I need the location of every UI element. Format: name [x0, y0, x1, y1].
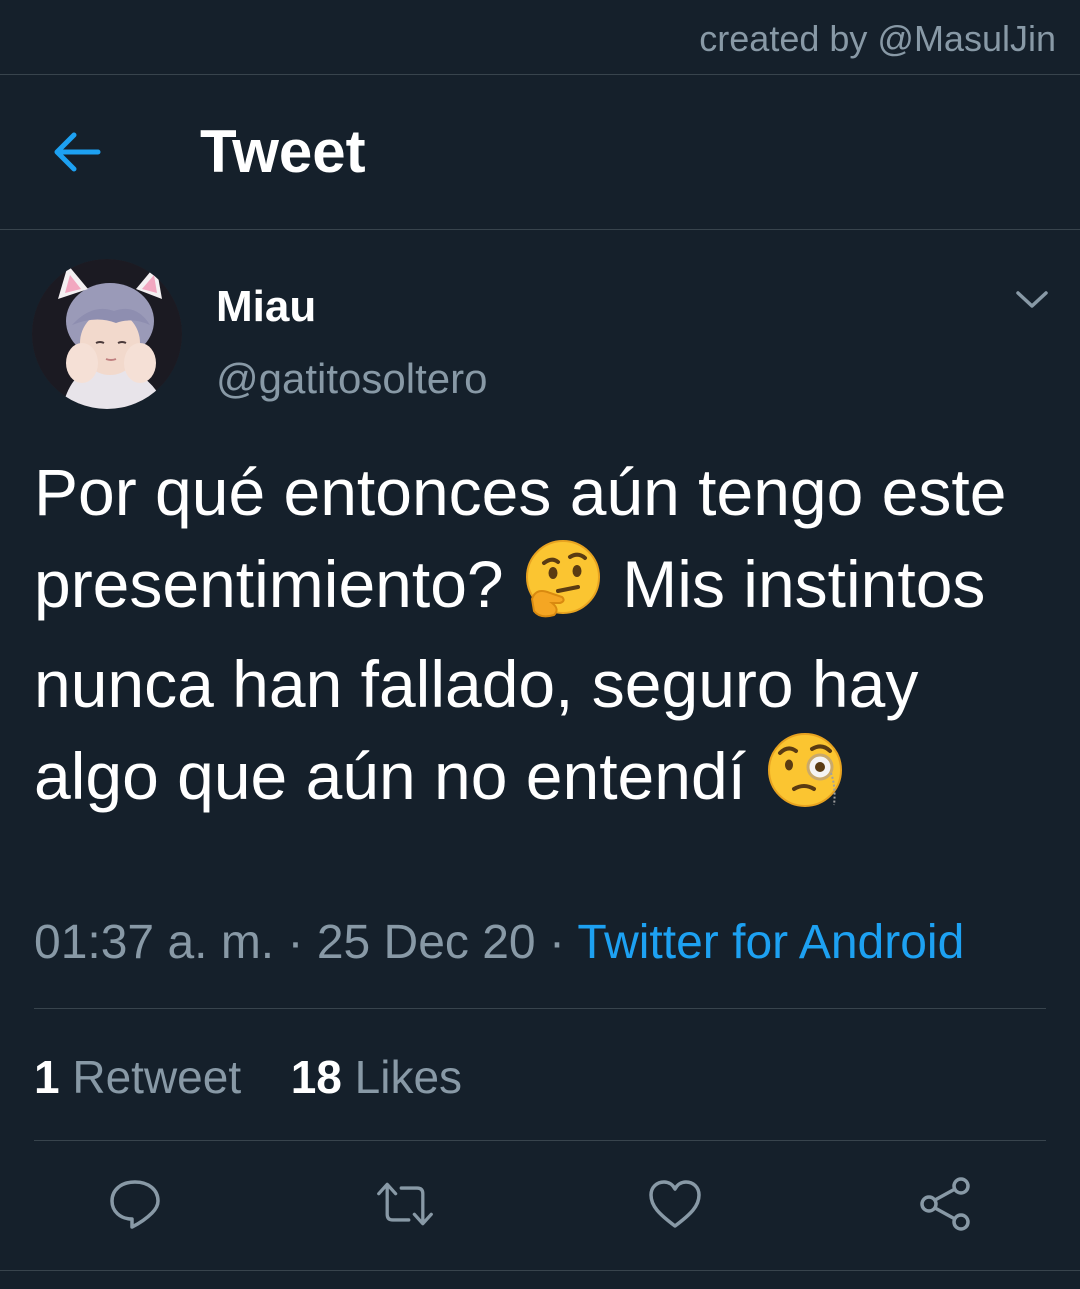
retweets-label: Retweet [72, 1051, 242, 1103]
retweets-stat[interactable]: 1 Retweet [34, 1050, 241, 1104]
display-name[interactable]: Miau [216, 282, 316, 332]
bottom-divider [0, 1270, 1080, 1271]
stats-divider [34, 1140, 1046, 1141]
like-icon [649, 1180, 701, 1228]
likes-stat[interactable]: 18 Likes [291, 1050, 462, 1104]
user-handle: @gatitosoltero [216, 355, 488, 402]
like-button[interactable] [645, 1174, 705, 1234]
back-button[interactable] [48, 125, 106, 179]
thinking-face-icon [522, 537, 604, 641]
tweet-date: 25 Dec 20 [316, 916, 536, 969]
tweet-stats: 1 Retweet 18 Likes [34, 1050, 462, 1104]
chevron-down-icon [1016, 291, 1048, 308]
share-button[interactable] [915, 1174, 975, 1234]
reply-button[interactable] [105, 1174, 165, 1234]
likes-label: Likes [354, 1051, 463, 1103]
share-icon [920, 1177, 970, 1231]
tweet-text: Por qué entonces aún tengo este presenti… [34, 448, 1044, 832]
retweets-count: 1 [34, 1051, 60, 1103]
reply-icon [110, 1180, 160, 1229]
avatar-image [32, 259, 182, 409]
header-divider [0, 229, 1080, 230]
retweet-button[interactable] [375, 1174, 435, 1234]
arrow-left-icon [54, 132, 101, 172]
header: Tweet [0, 75, 1080, 229]
avatar[interactable] [32, 259, 182, 409]
watermark: created by @MasulJin [699, 18, 1056, 59]
meta-divider [34, 1008, 1046, 1009]
action-bar [0, 1160, 1080, 1250]
face-with-monocle-icon [764, 729, 846, 833]
page-title: Tweet [200, 118, 366, 185]
likes-count: 18 [290, 1051, 342, 1103]
tweet-time: 01:37 a. m. [34, 916, 275, 969]
meta-separator: · [287, 916, 304, 969]
meta-separator: · [548, 916, 565, 969]
tweet-source-link[interactable]: Twitter for Android [577, 916, 964, 969]
retweet-icon [377, 1182, 433, 1226]
more-options-button[interactable] [1008, 280, 1056, 320]
tweet-meta: 01:37 a. m. · 25 Dec 20 · Twitter for An… [34, 915, 964, 971]
